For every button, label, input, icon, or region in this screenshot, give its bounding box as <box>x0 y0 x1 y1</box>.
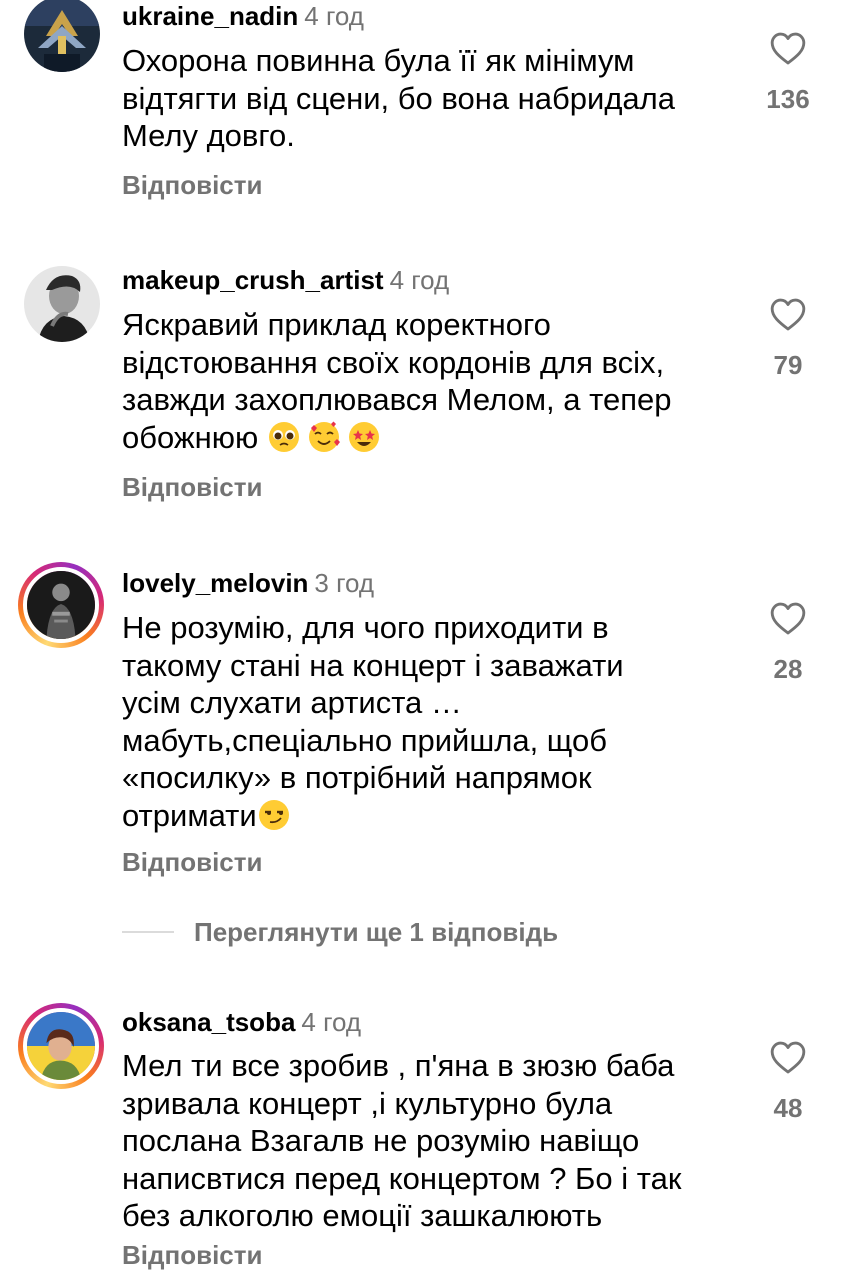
bw-portrait-avatar-image <box>24 266 100 342</box>
timestamp: 4 год <box>304 1 364 31</box>
avatar[interactable] <box>24 0 100 72</box>
like-count: 28 <box>773 654 803 684</box>
view-more-replies-button[interactable]: Переглянути ще 1 відповідь <box>122 912 558 952</box>
avatar[interactable] <box>24 266 100 342</box>
like-count: 136 <box>766 84 810 114</box>
comment-meta: makeup_crush_artist 4 год <box>122 265 449 295</box>
heart-icon[interactable] <box>769 30 807 66</box>
smiling-face-with-hearts-emoji <box>307 420 341 454</box>
avatar[interactable] <box>18 1003 104 1089</box>
avatar-inner <box>23 567 99 643</box>
avatar[interactable] <box>18 562 104 648</box>
reply-button[interactable]: Відповісти <box>122 1240 262 1271</box>
star-struck-emoji <box>347 420 381 454</box>
comment-text: Мел ти все зробив , п'яна в зюзю баба зр… <box>122 1048 682 1233</box>
heart-icon[interactable] <box>769 1039 807 1075</box>
stage-performer-avatar-image <box>27 571 95 639</box>
comment-meta: lovely_melovin 3 год <box>122 568 374 598</box>
reply-button[interactable]: Відповісти <box>122 170 262 201</box>
comment-meta: ukraine_nadin 4 год <box>122 1 364 31</box>
comment-text: Не розумію, для чого приходити в такому … <box>122 609 742 834</box>
reply-button[interactable]: Відповісти <box>122 847 262 878</box>
like-control[interactable]: 48 <box>760 1039 816 1124</box>
avatar-inner <box>23 1008 99 1084</box>
smirking-face-emoji <box>257 798 291 832</box>
like-count: 79 <box>773 350 803 380</box>
like-count: 48 <box>773 1093 803 1123</box>
comment-text: Охорона повинна була її як мінімум відтя… <box>122 43 676 153</box>
timestamp: 3 год <box>314 568 375 598</box>
timestamp: 4 год <box>389 265 450 295</box>
ukraine-art-avatar-image <box>24 0 100 72</box>
reply-button[interactable]: Відповісти <box>122 472 262 503</box>
like-control[interactable]: 79 <box>760 296 816 381</box>
timestamp: 4 год <box>301 1007 362 1037</box>
heart-icon[interactable] <box>769 600 807 636</box>
comments-list: ukraine_nadin 4 год Охорона повинна була … <box>0 0 851 1280</box>
heart-icon[interactable] <box>769 296 807 332</box>
like-control[interactable]: 28 <box>760 600 816 685</box>
view-more-replies-label: Переглянути ще 1 відповідь <box>194 916 559 947</box>
comment-text: Яскравий приклад коректного відстоювання… <box>122 306 742 456</box>
username[interactable]: makeup_crush_artist <box>122 265 384 295</box>
username[interactable]: oksana_tsoba <box>122 1007 295 1037</box>
divider-line <box>122 931 174 933</box>
comment-meta: oksana_tsoba 4 год <box>122 1007 361 1037</box>
pleading-face-emoji <box>267 420 301 454</box>
like-control[interactable]: 136 <box>760 30 816 115</box>
woman-flag-avatar-image <box>27 1012 95 1080</box>
username[interactable]: ukraine_nadin <box>122 1 298 31</box>
username[interactable]: lovely_melovin <box>122 568 308 598</box>
comment-text-body: Не розумію, для чого приходити в такому … <box>122 610 624 833</box>
comment-text-body: Яскравий приклад коректного відстоювання… <box>122 307 672 455</box>
